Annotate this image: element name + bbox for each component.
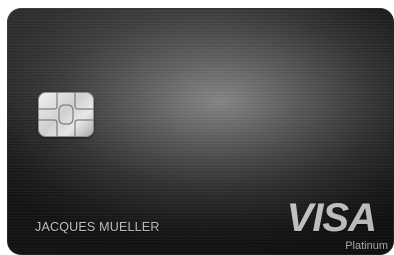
cardholder-name: JACQUES MUELLER (35, 220, 160, 234)
credit-card: JACQUES MUELLER VISA Platinum (7, 8, 394, 255)
visa-logo: VISA (286, 196, 377, 240)
card-tier-label: Platinum (345, 240, 388, 252)
emv-chip-icon (38, 92, 94, 137)
